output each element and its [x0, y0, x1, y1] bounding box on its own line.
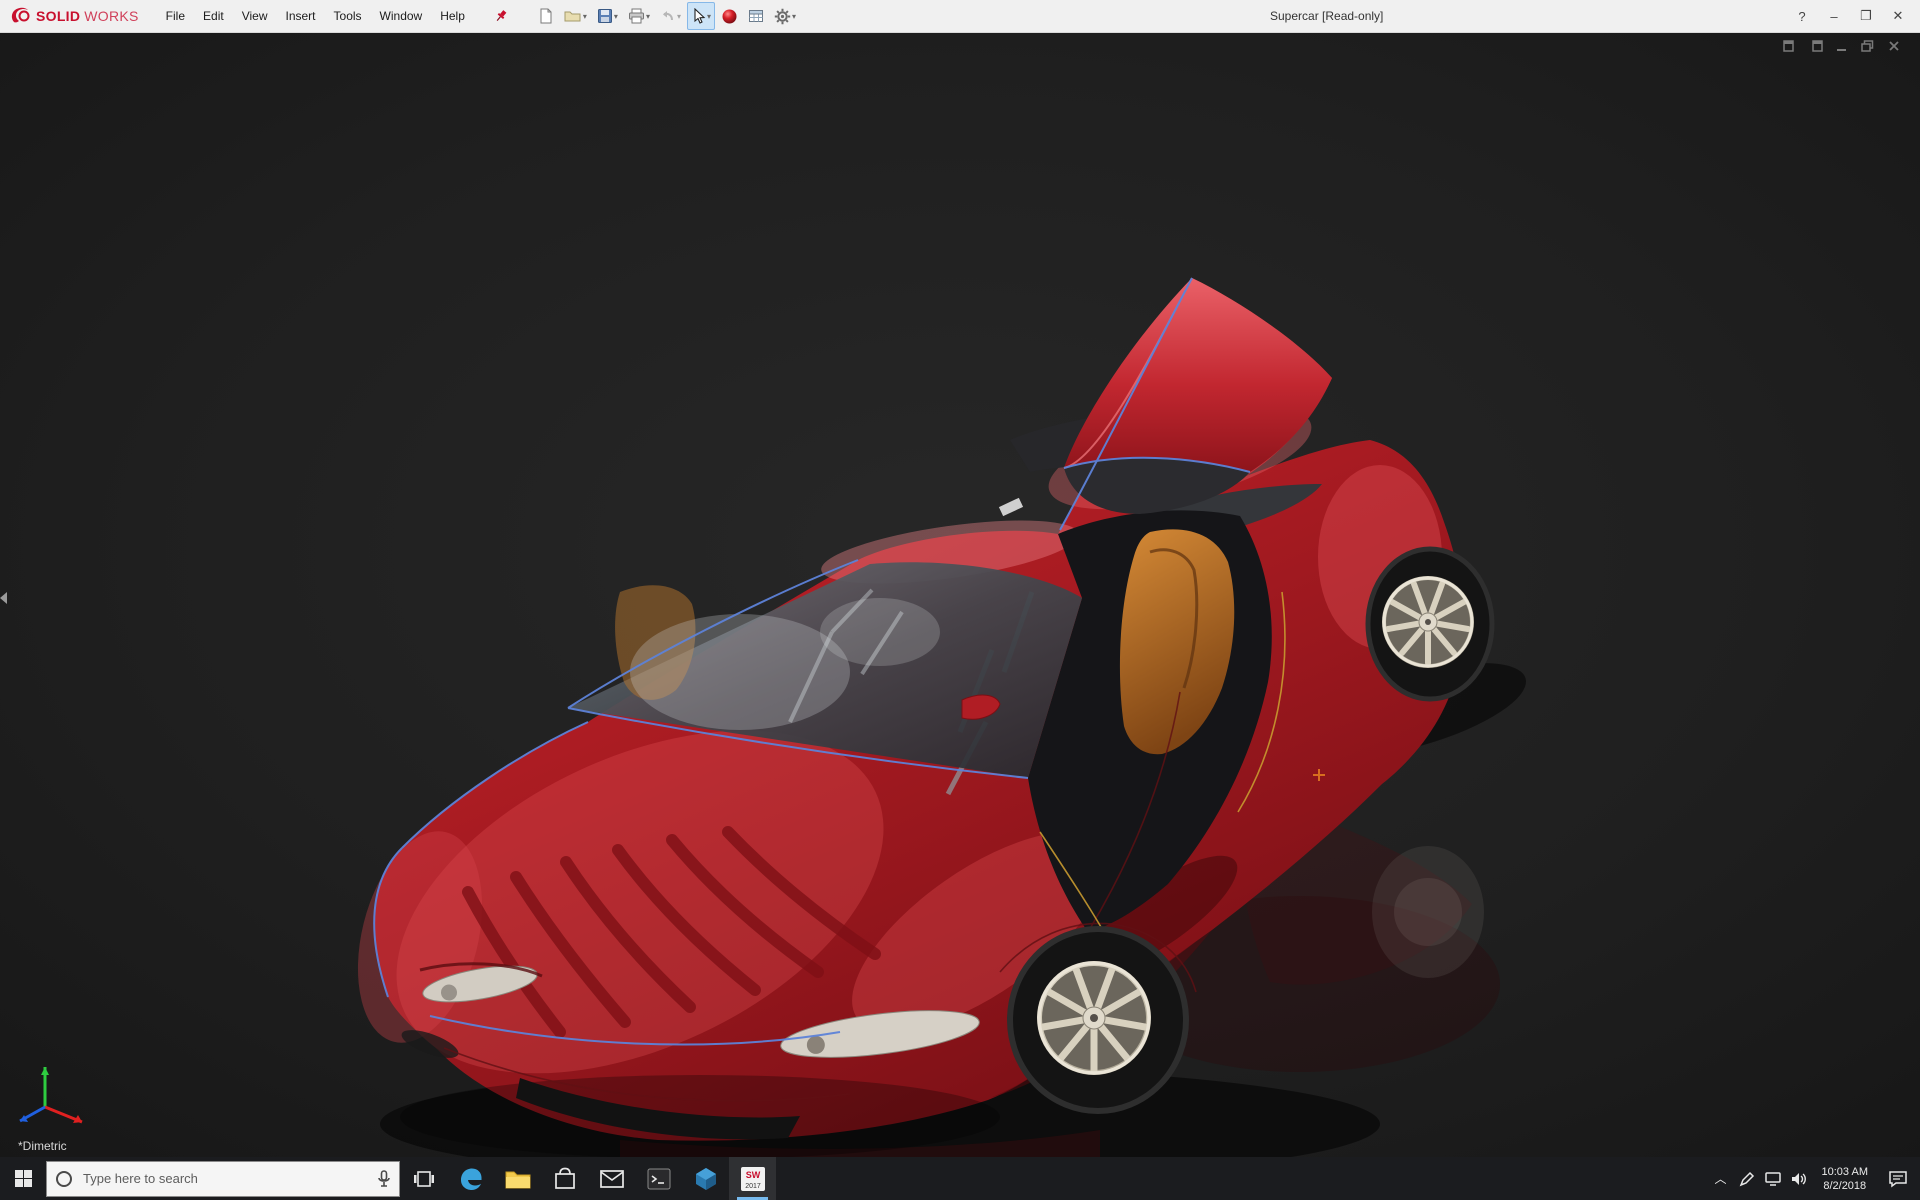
options-dropdown-arrow[interactable]: ▾: [792, 12, 796, 21]
rear-wheel[interactable]: [1368, 549, 1492, 699]
design-table-button[interactable]: [744, 2, 768, 30]
menu-window[interactable]: Window: [371, 0, 432, 32]
action-center-icon: [1888, 1170, 1908, 1188]
viewport-canvas[interactable]: [0, 32, 1920, 1157]
appearances-button[interactable]: [717, 2, 742, 30]
svg-text:SW: SW: [745, 1170, 760, 1180]
volume-icon[interactable]: [1786, 1157, 1812, 1200]
appearance-sphere-icon: [721, 8, 738, 25]
system-tray: ︿ 10:03 AM 8/2/2018: [1708, 1157, 1920, 1200]
desktop: SOLIDWORKS File Edit View Insert Tools W…: [0, 0, 1920, 1200]
help-button[interactable]: ?: [1786, 0, 1818, 32]
print-button[interactable]: ▾: [624, 2, 654, 30]
menu-insert[interactable]: Insert: [277, 0, 325, 32]
taskbar-app-mail[interactable]: [588, 1157, 635, 1200]
menu-view[interactable]: View: [233, 0, 277, 32]
cortana-icon: [55, 1170, 73, 1188]
maximize-button[interactable]: ❐: [1850, 0, 1882, 32]
menu-file[interactable]: File: [157, 0, 194, 32]
taskbar-app-3d-viewer[interactable]: [682, 1157, 729, 1200]
new-document-icon: [538, 8, 554, 24]
new-document-button[interactable]: [534, 2, 558, 30]
search-input[interactable]: [81, 1170, 369, 1187]
console-icon: [647, 1168, 671, 1190]
menubar: File Edit View Insert Tools Window Help: [157, 0, 474, 32]
main-toolbar: ▾ ▾ ▾ ▾: [534, 2, 800, 30]
doc-window-left-icon[interactable]: [1781, 38, 1798, 53]
file-explorer-icon: [505, 1168, 531, 1190]
open-button[interactable]: ▾: [560, 2, 591, 30]
print-dropdown-arrow[interactable]: ▾: [646, 12, 650, 21]
task-view-icon: [413, 1170, 435, 1188]
brand-works: WORKS: [84, 8, 138, 24]
save-button[interactable]: ▾: [593, 2, 622, 30]
save-dropdown-arrow[interactable]: ▾: [614, 12, 618, 21]
start-button[interactable]: [0, 1157, 46, 1200]
open-folder-icon: [564, 8, 582, 24]
view-orientation-label: *Dimetric: [18, 1139, 67, 1153]
menu-help[interactable]: Help: [431, 0, 474, 32]
graphics-viewport[interactable]: *Dimetric: [0, 32, 1920, 1157]
save-floppy-icon: [597, 8, 613, 24]
svg-text:2017: 2017: [745, 1183, 761, 1190]
taskbar-search[interactable]: [46, 1161, 400, 1197]
pen-icon[interactable]: [1734, 1157, 1760, 1200]
taskbar-app-file-explorer[interactable]: [494, 1157, 541, 1200]
store-icon: [554, 1167, 576, 1191]
clock-date: 8/2/2018: [1822, 1179, 1868, 1193]
select-arrow-icon: [691, 8, 706, 24]
menu-pin-icon[interactable]: [490, 5, 512, 27]
hidden-icons-caret[interactable]: ︿: [1708, 1157, 1734, 1200]
taskbar-app-solidworks[interactable]: SW 2017: [729, 1157, 776, 1200]
doc-minimize-icon[interactable]: [1833, 38, 1850, 53]
taskbar-app-edge[interactable]: [447, 1157, 494, 1200]
menu-tools[interactable]: Tools: [325, 0, 371, 32]
edge-icon: [458, 1166, 484, 1192]
clock-time: 10:03 AM: [1822, 1165, 1868, 1179]
doc-restore-icon[interactable]: [1859, 38, 1876, 53]
front-wheel[interactable]: [1010, 929, 1186, 1111]
print-icon: [628, 8, 645, 24]
taskbar-app-store[interactable]: [541, 1157, 588, 1200]
taskbar-clock[interactable]: 10:03 AM 8/2/2018: [1812, 1165, 1878, 1193]
open-dropdown-arrow[interactable]: ▾: [583, 12, 587, 21]
solidworks-2017-icon: SW 2017: [740, 1166, 766, 1192]
document-title: Supercar [Read-only]: [1270, 0, 1383, 32]
doc-close-icon[interactable]: [1885, 38, 1902, 53]
undo-icon: [660, 8, 676, 24]
options-button[interactable]: ▾: [770, 2, 800, 30]
brand-solid: SOLID: [36, 8, 80, 24]
document-window-controls: [1781, 38, 1902, 53]
microphone-icon[interactable]: [377, 1170, 391, 1188]
feature-panel-collapse-arrow[interactable]: [0, 592, 7, 604]
select-dropdown-arrow[interactable]: ▾: [707, 12, 711, 21]
taskbar: SW 2017 ︿ 10:03 AM: [0, 1157, 1920, 1200]
titlebar: SOLIDWORKS File Edit View Insert Tools W…: [0, 0, 1920, 33]
menu-edit[interactable]: Edit: [194, 0, 233, 32]
task-view-button[interactable]: [400, 1157, 447, 1200]
solidworks-logo: SOLIDWORKS: [0, 6, 139, 26]
window-controls: ? – ❐ ✕: [1786, 0, 1914, 32]
taskbar-app-console[interactable]: [635, 1157, 682, 1200]
mail-icon: [600, 1170, 624, 1188]
minimize-button[interactable]: –: [1818, 0, 1850, 32]
close-button[interactable]: ✕: [1882, 0, 1914, 32]
windows-logo-icon: [15, 1170, 32, 1187]
design-table-icon: [748, 8, 764, 24]
ds-logo-icon: [10, 6, 32, 26]
viewer-3d-icon: [694, 1167, 718, 1191]
action-center-button[interactable]: [1878, 1157, 1918, 1200]
network-icon[interactable]: [1760, 1157, 1786, 1200]
undo-dropdown-arrow[interactable]: ▾: [677, 12, 681, 21]
undo-button[interactable]: ▾: [656, 2, 685, 30]
select-tool-button[interactable]: ▾: [687, 2, 715, 30]
gear-icon: [774, 8, 791, 25]
doc-window-right-icon[interactable]: [1807, 38, 1824, 53]
